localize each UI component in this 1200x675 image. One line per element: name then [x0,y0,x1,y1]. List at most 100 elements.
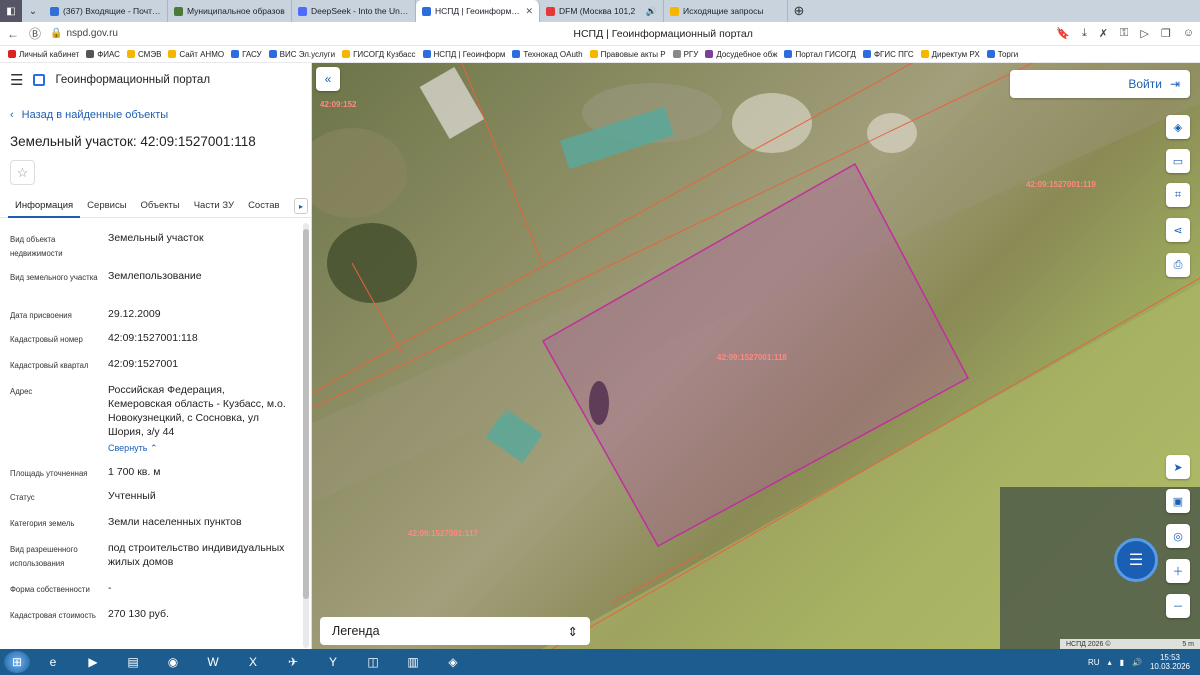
back-icon[interactable]: ← [6,27,20,41]
property-value: 270 130 руб. [108,608,169,620]
taskbar-chrome[interactable]: ◉ [156,651,190,673]
bookmark-item[interactable]: Технокад OAuth [512,50,583,59]
scrollbar-thumb[interactable] [303,229,309,599]
taskbar-explorer[interactable]: ▤ [116,651,150,673]
tab-dfm[interactable]: DFM (Москва 101,2 🔊 [540,0,664,22]
property-value: под строительство индивидуальных жилых д… [108,542,285,568]
extensions-icon[interactable]: ✗ [1099,27,1108,40]
chrome-icon: ◉ [167,655,179,669]
favorite-button[interactable]: ☆ [10,160,35,185]
property-value: 1 700 кв. м [108,466,161,478]
taskbar-yandex[interactable]: Y [316,651,350,673]
media-icon[interactable]: ▷ [1140,27,1148,40]
tab-nspd[interactable]: НСПД | Геоинформацио ✕ [416,0,540,22]
tab-information[interactable]: Информация [8,194,81,218]
bookmark-favicon-icon [784,50,793,58]
bookmark-favicon-icon [705,50,714,58]
windows-taskbar: ⊞ e ▶ ▤ ◉ W X ✈ Y ◫ ▥ ◈ RU ▴ ▮ 🔊 15:53 1… [0,649,1200,675]
tab-composition[interactable]: Состав [241,194,286,218]
bookmark-item[interactable]: ФГИС ПГС [862,50,914,59]
taskbar-excel[interactable]: X [236,651,270,673]
menu-icon[interactable]: ☰ [10,71,23,89]
print-button[interactable]: ⎙ [1166,253,1190,277]
start-button[interactable]: ⊞ [4,651,30,673]
bookmark-icon[interactable]: 🔖 [1056,27,1070,40]
close-tab-icon[interactable]: ✕ [525,6,533,17]
download-icon[interactable]: ⤓ [1082,27,1087,40]
login-icon: ⇥ [1169,77,1180,91]
search-location-button[interactable]: ◎ [1166,524,1190,548]
chevron-updown-icon: ⇕ [567,624,578,639]
bookmark-item[interactable]: Торги [986,50,1018,59]
layers-button[interactable]: ◈ [1166,115,1190,139]
profile-icon[interactable]: ☺ [1183,27,1194,40]
new-tab-button[interactable]: ⊕ [788,0,810,22]
bookmark-item[interactable]: Правовые акты Р [589,50,666,59]
network-icon[interactable]: ▮ [1120,658,1124,667]
chat-button[interactable]: ☰ [1114,538,1158,582]
chevron-up-icon: ⌃ [150,443,158,453]
collections-icon[interactable]: ❐ [1161,27,1171,40]
zoom-out-icon: － [1172,601,1184,613]
taskbar-app[interactable]: ◫ [356,651,390,673]
tab-services[interactable]: Сервисы [80,194,133,218]
bookmark-item[interactable]: ФИАС [86,50,120,59]
bookmark-item[interactable]: Сайт АНМО [168,50,224,59]
audio-icon[interactable]: 🔊 [646,6,657,17]
tray-arrow-icon[interactable]: ▴ [1108,658,1112,667]
tab-municipal[interactable]: Муниципальное образов [168,0,292,22]
page-title: НСПД | Геоинформационный портал [573,27,753,40]
bookmark-item[interactable]: ГИСОГД Кузбасс [342,50,416,59]
taskbar-app[interactable]: ▥ [396,651,430,673]
tab-objects[interactable]: Объекты [134,194,187,218]
minimap-toggle-button[interactable]: ▣ [1166,489,1190,513]
taskbar-ie[interactable]: e [36,651,70,673]
language-indicator[interactable]: RU [1088,658,1100,667]
bookmark-item[interactable]: Директум РХ [920,50,980,59]
tab-outgoing-requests[interactable]: Исходящие запросы [664,0,788,22]
map-view[interactable]: 42:09:152 42:09:1527001:119 42:09:152700… [312,63,1200,649]
tab-parcel-parts[interactable]: Части ЗУ [187,194,241,218]
volume-icon[interactable]: 🔊 [1132,658,1142,667]
yandex-protect-icon[interactable]: Ⓑ [28,25,42,42]
parcel-label: 42:09:1527001:118 [717,353,787,362]
chevron-left-icon: ‹ [10,109,14,121]
bookmark-favicon-icon [342,50,351,58]
tab-mail[interactable]: (367) Входящие - Почта М [44,0,168,22]
collapse-panel-button[interactable]: « [316,67,340,91]
tree-shape [327,223,417,303]
tabs-scroll-right-button[interactable]: ▸ [294,198,308,214]
sidebar-scrollbar[interactable] [303,223,309,648]
bookmark-item[interactable]: НСПД | Геоинформ [422,50,505,59]
bookmark-item[interactable]: ГАСУ [231,50,262,59]
sidebar-toggle-icon[interactable]: ◧ [0,0,22,22]
collapse-link[interactable]: Свернуть ⌃ [108,441,290,455]
back-to-results-link[interactable]: ‹ Назад в найденные объекты [10,109,168,121]
zoom-in-button[interactable]: ＋ [1166,559,1190,583]
url-field[interactable]: 🔒 nspd.gov.ru [50,28,270,39]
property-label: Категория земель [10,519,75,528]
clock[interactable]: 15:53 10.03.2026 [1150,653,1190,671]
locate-button[interactable]: ➤ [1166,455,1190,479]
ruler-button[interactable]: ▭ [1166,149,1190,173]
bookmark-item[interactable]: Портал ГИСОГД [784,50,856,59]
yandex-browser-icon: Y [328,655,337,669]
zoom-out-button[interactable]: － [1166,594,1190,618]
login-button[interactable]: Войти ⇥ [1010,70,1190,98]
tab-deepseek[interactable]: DeepSeek - Into the Unkno [292,0,416,22]
bookmark-item[interactable]: ВИС Эл.услуги [268,50,335,59]
taskbar-telegram[interactable]: ✈ [276,651,310,673]
taskbar-word[interactable]: W [196,651,230,673]
share-button[interactable]: ⋖ [1166,218,1190,242]
taskbar-media[interactable]: ▶ [76,651,110,673]
property-label: Площадь уточненная [10,469,88,478]
select-button[interactable]: ⌗ [1166,183,1190,207]
bookmark-item[interactable]: Личный кабинет [8,50,79,59]
legend-dropdown[interactable]: Легенда ⇕ [320,617,590,645]
bookmark-item[interactable]: СМЭВ [126,50,161,59]
bookmark-item[interactable]: Досудебное обж [705,50,777,59]
taskbar-app[interactable]: ◈ [436,651,470,673]
bookmark-item[interactable]: РГУ [672,50,698,59]
tabs-menu-icon[interactable]: ⌄ [22,0,44,22]
key-icon[interactable]: ⚿ [1120,27,1128,40]
